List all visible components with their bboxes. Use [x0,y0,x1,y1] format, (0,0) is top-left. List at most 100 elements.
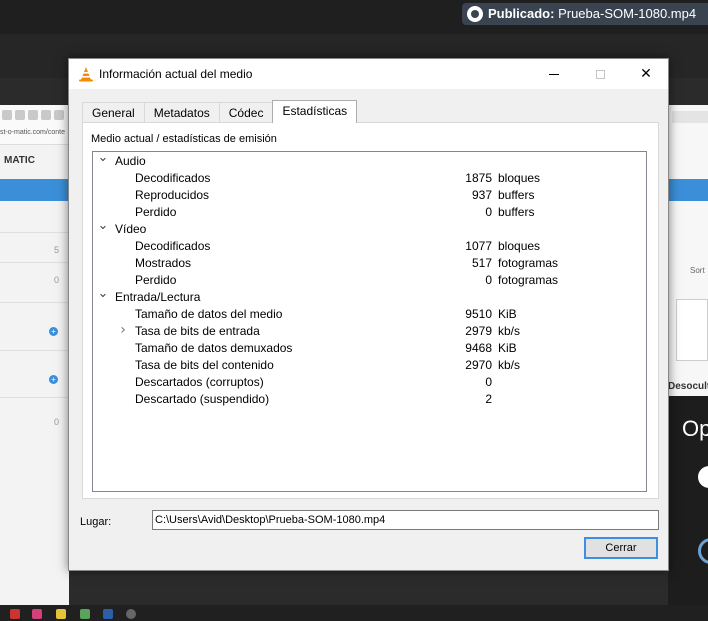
tree-item[interactable]: Perdido 0 fotogramas [93,271,646,288]
tree-item[interactable]: Decodificados 1875 bloques [93,169,646,186]
chevron-right-icon[interactable]: › [117,322,129,338]
photoshop-icon[interactable] [103,609,113,619]
tree-item[interactable]: Descartado (suspendido) 2 [93,390,646,407]
title-bar[interactable]: Información actual del medio ✕ [69,59,668,89]
tree-label: Vídeo [115,222,147,236]
media-info-dialog: Información actual del medio ✕ General M… [68,58,669,571]
thumbnail [676,299,708,361]
browser-extension-icons [2,110,68,122]
close-button[interactable]: ✕ [623,59,669,89]
app-icon[interactable] [80,609,90,619]
tree-value: 9468 [465,341,492,355]
tree-item[interactable]: Tamaño de datos demuxados 9468 KiB [93,339,646,356]
location-field[interactable]: C:\Users\Avid\Desktop\Prueba-SOM-1080.mp… [152,510,659,530]
chevron-down-icon[interactable]: ⌄ [97,286,109,301]
circle-button-icon[interactable] [698,538,708,564]
maximize-button[interactable] [577,59,623,89]
tab-general[interactable]: General [82,102,145,123]
tree-group[interactable]: ⌄ Audio [93,150,646,169]
folder-icon[interactable] [56,609,66,619]
tree-item[interactable]: Mostrados 517 fotogramas [93,254,646,271]
tree-item[interactable]: Tamaño de datos del medio 9510 KiB [93,305,646,322]
tree-unit: bloques [498,171,541,185]
tree-unit: KiB [498,307,517,321]
tab-estadisticas[interactable]: Estadísticas [272,100,358,123]
app-icon[interactable] [10,609,20,619]
tree-item[interactable]: Tasa de bits del contenido 2970 kb/s [93,356,646,373]
tree-unit: kb/s [498,324,521,338]
tree-value: 0 [485,205,492,219]
add-icon[interactable]: + [49,375,58,384]
location-label: Lugar: [80,516,112,528]
film-reel-icon [698,466,708,488]
taskbar [0,605,708,621]
row-count: 5 [54,245,60,255]
row-count: 0 [54,417,60,427]
background-browser-left: st-o-matic.com/conte MATIC 5 0 + + 0 [0,105,69,605]
tree-value: 2970 [465,358,492,372]
dialog-title: Información actual del medio [99,67,253,81]
tree-label: Perdido [135,273,177,287]
tree-value: 517 [471,256,492,270]
tree-value: 1077 [465,239,492,253]
app-icon[interactable] [126,609,136,619]
maximize-icon [595,69,605,79]
tree-value: 937 [471,188,492,202]
close-icon: ✕ [640,66,652,82]
tree-label: Audio [115,154,146,168]
tree-value: 0 [485,273,492,287]
tree-label: Decodificados [135,239,211,253]
tree-item[interactable]: › Tasa de bits de entrada 2979 kb/s [93,322,646,339]
tree-unit: fotogramas [498,256,559,270]
tree-item[interactable]: Reproducidos 937 buffers [93,186,646,203]
chevron-down-icon[interactable]: ⌄ [97,150,109,165]
app-blue-bar [668,179,708,201]
app-icon[interactable] [32,609,42,619]
row-count: 0 [54,275,60,285]
close-dialog-button[interactable]: Cerrar [584,537,658,559]
app-blue-bar [0,179,69,201]
tree-label: Mostrados [135,256,192,270]
tree-label: Descartado (suspendido) [135,392,270,406]
tree-value: 0 [485,375,492,389]
tree-group[interactable]: ⌄ Vídeo [93,218,646,237]
tree-label: Perdido [135,205,177,219]
tree-unit: bloques [498,239,541,253]
tree-label: Tamaño de datos del medio [135,307,283,321]
vlc-cone-icon [79,67,93,82]
desocultar-label: Desocult [668,381,708,392]
tree-label: Decodificados [135,171,211,185]
background-dark-panel: Op [668,396,708,605]
browser-toolbar [672,111,708,123]
browser-toolbar: st-o-matic.com/conte [0,105,69,145]
tree-label: Entrada/Lectura [115,290,201,304]
statistics-tree[interactable]: ⌄ Audio Decodificados 1875 bloques Reproducid… [92,150,647,492]
tree-group[interactable]: ⌄ Entrada/Lectura [93,286,646,305]
tree-item[interactable]: Descartados (corruptos) 0 [93,373,646,390]
tab-codec[interactable]: Códec [218,102,274,123]
statistics-panel: Medio actual / estadísticas de emisión ⌄… [82,122,659,499]
panel-text: Op [682,416,708,441]
published-prefix: Publicado: [488,6,555,21]
sort-label: Sort [690,266,705,275]
tree-unit: buffers [498,205,535,219]
tree-label: Reproducidos [135,188,210,202]
chevron-down-icon[interactable]: ⌄ [97,218,109,233]
browser-url: st-o-matic.com/conte [0,129,65,136]
top-bar: Publicado: Prueba-SOM-1080.mp4 [0,0,708,34]
tab-metadatos[interactable]: Metadatos [143,102,220,123]
film-reel-icon [467,6,483,22]
minimize-button[interactable] [531,59,577,89]
tree-unit: buffers [498,188,535,202]
published-file: Prueba-SOM-1080.mp4 [558,6,697,21]
tree-item[interactable]: Decodificados 1077 bloques [93,237,646,254]
panel-subheader: Medio actual / estadísticas de emisión [91,133,277,145]
add-icon[interactable]: + [49,327,58,336]
tree-item[interactable]: Perdido 0 buffers [93,203,646,220]
tab-bar: General Metadatos Códec Estadísticas [82,100,358,123]
tree-label: Tamaño de datos demuxados [135,341,293,355]
published-notification[interactable]: Publicado: Prueba-SOM-1080.mp4 [462,3,708,25]
tree-value: 1875 [465,171,492,185]
minimize-icon [549,73,559,75]
tree-label: Tasa de bits del contenido [135,358,274,372]
